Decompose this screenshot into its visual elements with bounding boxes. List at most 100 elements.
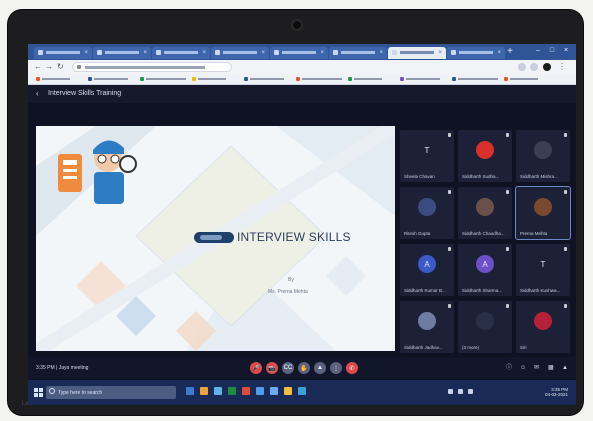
participant-tile[interactable]: Siddharth Mishra... [516, 130, 570, 182]
taskbar-app-icon[interactable] [284, 387, 292, 395]
participant-tile[interactable]: Ritesh Gupta [400, 187, 454, 239]
bookmark-item[interactable] [296, 77, 342, 81]
participant-tile[interactable]: Prerna Mehta [515, 186, 571, 240]
maximize-button[interactable]: □ [548, 47, 556, 55]
tab-close-icon[interactable]: × [438, 49, 442, 57]
tab-close-icon[interactable]: × [320, 49, 324, 57]
taskbar-app-icon[interactable] [242, 387, 250, 395]
profile-avatar[interactable] [543, 63, 551, 71]
participant-tile[interactable]: T Siddharth Kushwa... [516, 244, 570, 296]
info-icon[interactable]: ⓘ [506, 365, 512, 371]
participant-tile[interactable]: Siddharth Chaudha... [458, 187, 512, 239]
tab-close-icon[interactable]: × [143, 49, 147, 57]
camera-button[interactable]: 📷 [266, 362, 278, 374]
taskbar-date: 04-03-2021 [544, 392, 568, 397]
browser-tab[interactable]: × [329, 47, 387, 59]
browser-tab[interactable]: × [388, 47, 446, 59]
address-bar[interactable] [72, 62, 232, 72]
slide-title: INTERVIEW SKILLS [237, 230, 351, 244]
present-button[interactable]: ▲ [314, 362, 326, 374]
participant-tile[interactable]: Siddharth Jadhav... [400, 301, 454, 353]
taskbar-app-icon[interactable] [186, 387, 194, 395]
tab-close-icon[interactable]: × [497, 49, 501, 57]
browser-tab[interactable]: × [34, 47, 92, 59]
close-window-button[interactable]: × [562, 47, 570, 55]
participant-avatar [418, 198, 436, 216]
bookmark-item[interactable] [192, 77, 226, 81]
chat-icon[interactable]: ✉ [534, 365, 540, 371]
participant-grid: T Sheela Chavan Siddharth Sudha... Siddhart… [400, 130, 571, 354]
participant-avatar [534, 198, 552, 216]
bookmark-item[interactable] [504, 77, 538, 81]
tab-close-icon[interactable]: × [379, 49, 383, 57]
browser-toolbar: ← → ↻ ⋮ [28, 60, 576, 74]
bookmark-item[interactable] [348, 77, 382, 81]
new-tab-button[interactable]: + [504, 46, 516, 58]
tab-close-icon[interactable]: × [202, 49, 206, 57]
tab-close-icon[interactable]: × [261, 49, 265, 57]
webcam-icon [291, 19, 303, 31]
participant-tile[interactable]: A Siddharth Kumar B... [400, 244, 454, 296]
participant-tile[interactable]: (3 more) [458, 301, 512, 353]
browser-tab[interactable]: × [93, 47, 151, 59]
browser-tab[interactable]: × [270, 47, 328, 59]
windows-start-icon[interactable] [34, 388, 43, 397]
mic-status-icon [448, 247, 451, 251]
browser-tab[interactable]: × [447, 47, 505, 59]
taskbar-app-icon[interactable] [200, 387, 208, 395]
bookmark-item[interactable] [400, 77, 440, 81]
browser-tab[interactable]: × [152, 47, 210, 59]
taskbar-search-input[interactable]: Type here to search [46, 386, 176, 399]
bookmark-favicon-icon [400, 77, 404, 81]
reload-icon[interactable]: ↻ [57, 63, 64, 71]
forward-icon[interactable]: → [45, 63, 53, 71]
taskbar-app-icon[interactable] [298, 387, 306, 395]
mic-button[interactable]: 🎤 [250, 362, 262, 374]
leave-button[interactable]: ✆ [346, 362, 358, 374]
tab-favicon-icon [215, 50, 220, 55]
tab-favicon-icon [274, 50, 279, 55]
taskbar-app-icon[interactable] [228, 387, 236, 395]
bookmark-item[interactable] [88, 77, 128, 81]
activities-icon[interactable]: ▦ [548, 365, 554, 371]
network-icon[interactable] [448, 389, 453, 394]
people-icon[interactable]: ☺ [520, 365, 526, 371]
participant-tile[interactable]: Siri [516, 301, 570, 353]
browser-tab[interactable]: × [211, 47, 269, 59]
participant-tile[interactable]: T Sheela Chavan [400, 130, 454, 182]
tab-label [341, 51, 375, 54]
bookmark-item[interactable] [140, 77, 186, 81]
tab-close-icon[interactable]: × [84, 49, 88, 57]
meeting-title: Interview Skills Training [48, 90, 122, 97]
bookmark-label [42, 78, 70, 80]
bookmark-label [146, 78, 186, 80]
taskbar-app-icon[interactable] [270, 387, 278, 395]
participant-tile[interactable]: Siddharth Sudha... [458, 130, 512, 182]
taskbar-app-icon[interactable] [256, 387, 264, 395]
participant-name: Siri [520, 345, 527, 350]
bookmark-label [406, 78, 440, 80]
back-icon[interactable]: ← [34, 63, 42, 71]
captions-button[interactable]: CC [282, 362, 294, 374]
laptop-frame: Lenovo ×××××××× + – □ × ← → ↻ ⋮ [8, 10, 583, 415]
bookmark-item[interactable] [452, 77, 498, 81]
battery-icon[interactable] [468, 389, 473, 394]
bookmark-item[interactable] [244, 77, 284, 81]
extension-icon[interactable] [518, 63, 526, 71]
participant-avatar: A [418, 255, 436, 273]
bookmark-item[interactable] [36, 77, 70, 81]
hand-button[interactable]: ✋ [298, 362, 310, 374]
participant-avatar: T [418, 141, 436, 159]
taskbar-clock[interactable]: 3:35 PM 04-03-2021 [545, 387, 568, 397]
taskbar-app-icon[interactable] [214, 387, 222, 395]
minimize-button[interactable]: – [534, 47, 542, 55]
mic-status-icon [506, 304, 509, 308]
volume-icon[interactable] [458, 389, 463, 394]
lock-icon[interactable]: ▲ [562, 365, 568, 371]
extension-icon[interactable] [530, 63, 538, 71]
participant-avatar [534, 312, 552, 330]
participant-tile[interactable]: A Siddharth Sharma... [458, 244, 512, 296]
more-button[interactable]: ⋮ [330, 362, 342, 374]
browser-menu-icon[interactable]: ⋮ [558, 63, 566, 71]
menu-icon[interactable]: ‹ [36, 90, 44, 98]
